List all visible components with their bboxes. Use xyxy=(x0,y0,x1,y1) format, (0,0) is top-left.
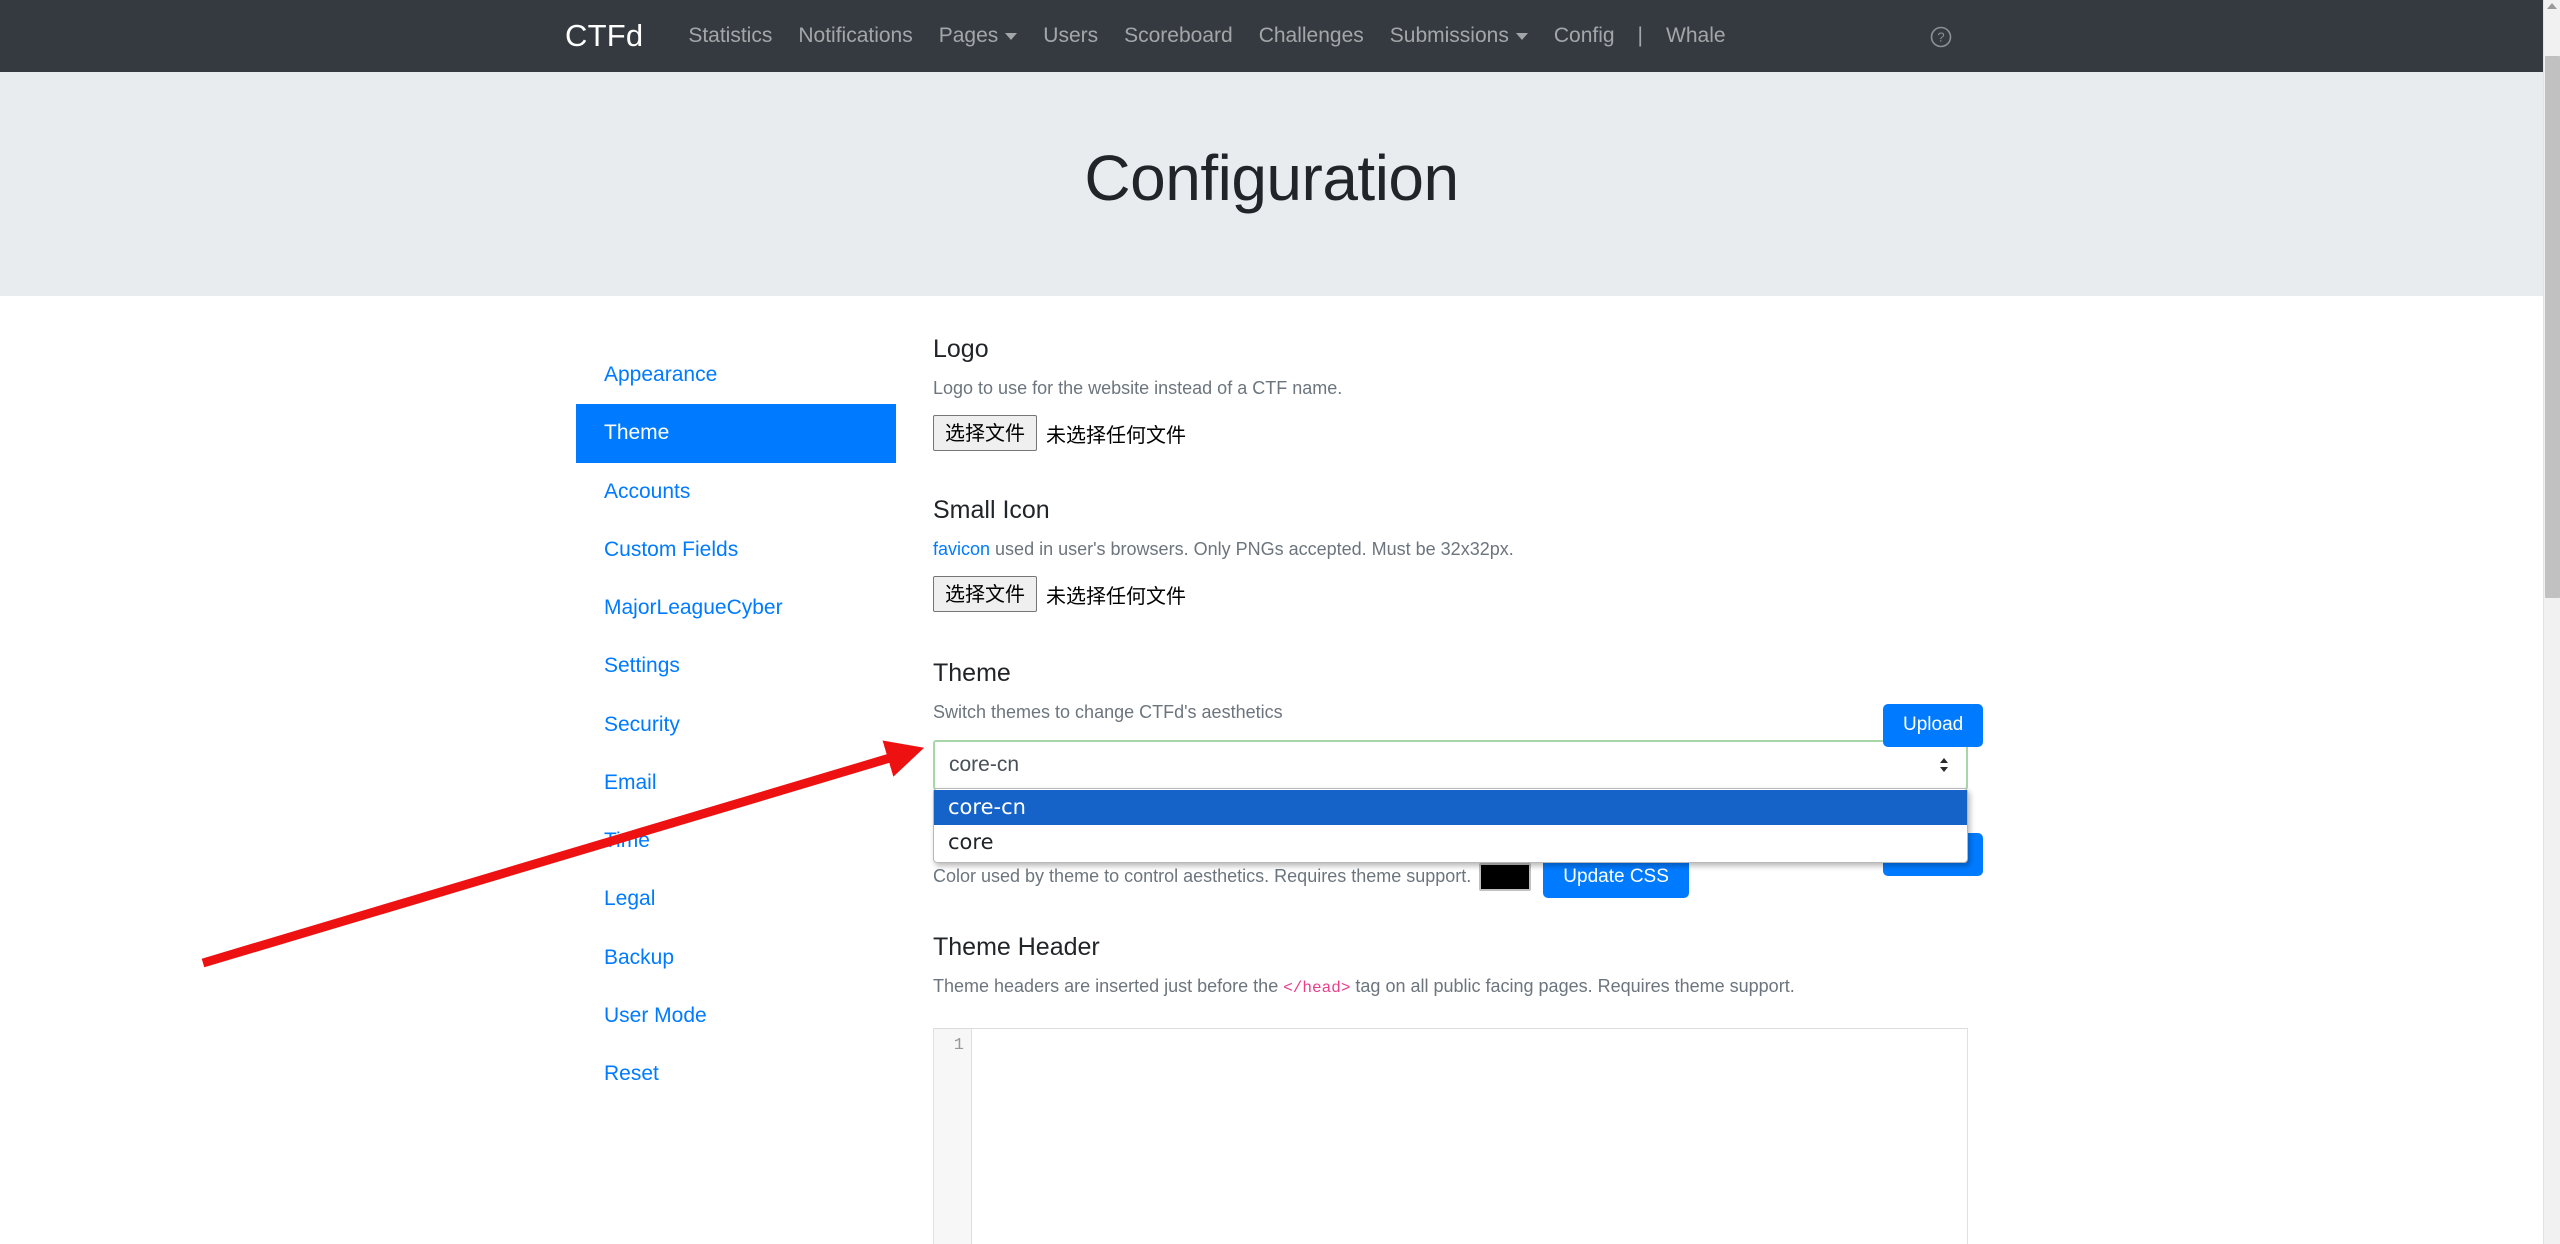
favicon-link[interactable]: favicon xyxy=(933,539,990,559)
theme-select-dropdown[interactable]: core-cn core xyxy=(933,787,1968,864)
editor-line-number: 1 xyxy=(953,1035,964,1055)
nav-item-pages-label: Pages xyxy=(938,24,999,47)
theme-label: Theme xyxy=(933,659,1011,688)
logo-file-input[interactable]: 选择文件 未选择任何文件 xyxy=(933,415,1186,452)
small-icon-field-group: Small Icon favicon used in user's browse… xyxy=(933,495,1968,613)
sidebar-item-custom-fields[interactable]: Custom Fields xyxy=(576,521,896,579)
sidebar-item-theme[interactable]: Theme xyxy=(576,404,896,463)
help-before: Theme headers are inserted just before t… xyxy=(933,976,1284,997)
small-icon-label: Small Icon xyxy=(933,496,1050,525)
sidebar-item-user-mode[interactable]: User Mode xyxy=(576,987,896,1045)
logo-file-status: 未选择任何文件 xyxy=(1046,422,1186,447)
nav-item-config-label: Config xyxy=(1553,24,1615,47)
config-form: Logo Logo to use for the website instead… xyxy=(933,334,1968,1244)
nav-item-scoreboard[interactable]: Scoreboard xyxy=(1111,24,1246,48)
brand-logo[interactable]: CTFd xyxy=(565,18,643,54)
sidebar-item-time[interactable]: Time xyxy=(576,812,896,870)
nav-item-whale-label: Whale xyxy=(1666,24,1726,47)
nav-item-users[interactable]: Users xyxy=(1030,24,1111,48)
nav-item-notifications-label: Notifications xyxy=(798,24,913,47)
sidebar-item-majorleaguecyber[interactable]: MajorLeagueCyber xyxy=(576,579,896,637)
scroll-up-arrow-icon[interactable] xyxy=(2547,3,2557,9)
theme-option-core[interactable]: core xyxy=(934,825,1967,860)
theme-select-value: core-cn xyxy=(949,752,1020,776)
nav-separator: | xyxy=(1637,24,1644,47)
theme-color-help-text: Color used by theme to control aesthetic… xyxy=(933,866,1472,887)
question-circle-icon[interactable]: ? xyxy=(1930,26,1952,48)
svg-text:?: ? xyxy=(1937,30,1944,45)
logo-choose-file-button[interactable]: 选择文件 xyxy=(933,415,1037,452)
head-tag-code: </head> xyxy=(1283,979,1351,998)
nav-item-notifications[interactable]: Notifications xyxy=(785,24,925,48)
sidebar-item-accounts[interactable]: Accounts xyxy=(576,463,896,521)
navbar-items: CTFd Statistics Notifications Pages User… xyxy=(565,0,1739,72)
nav-item-config[interactable]: Config xyxy=(1541,24,1628,48)
help-after: tag on all public facing pages. Requires… xyxy=(1350,976,1795,997)
small-icon-help-rest: used in user's browsers. Only PNGs accep… xyxy=(990,539,1514,560)
theme-field-group: Theme Switch themes to change CTFd's aes… xyxy=(933,658,1968,864)
nav-item-scoreboard-label: Scoreboard xyxy=(1124,24,1233,47)
small-icon-file-input[interactable]: 选择文件 未选择任何文件 xyxy=(933,576,1186,613)
theme-header-group: Theme Header Theme headers are inserted … xyxy=(933,932,1968,1244)
theme-option-core-cn[interactable]: core-cn xyxy=(934,789,1967,825)
sidebar-item-reset[interactable]: Reset xyxy=(576,1045,896,1103)
theme-select[interactable]: core-cn xyxy=(933,739,1968,790)
top-navbar: CTFd Statistics Notifications Pages User… xyxy=(0,0,2543,72)
sidebar-item-legal[interactable]: Legal xyxy=(576,870,896,928)
scrollbar-thumb[interactable] xyxy=(2545,56,2560,598)
sidebar-item-email[interactable]: Email xyxy=(576,754,896,812)
nav-item-statistics-label: Statistics xyxy=(688,24,773,47)
theme-select-wrapper: core-cn core-cn core xyxy=(933,739,1968,864)
theme-color-swatch[interactable] xyxy=(1479,862,1532,891)
page-scrollbar[interactable] xyxy=(2543,0,2560,1244)
theme-help-text: Switch themes to change CTFd's aesthetic… xyxy=(933,702,1283,723)
logo-label: Logo xyxy=(933,335,989,363)
select-updown-arrow-icon xyxy=(1938,755,1950,775)
logo-help-text: Logo to use for the website instead of a… xyxy=(933,378,1343,398)
sidebar-item-appearance[interactable]: Appearance xyxy=(576,346,896,404)
page-header-banner: Configuration xyxy=(0,72,2543,296)
nav-item-submissions[interactable]: Submissions xyxy=(1377,24,1541,48)
theme-header-help-text: Theme headers are inserted just before t… xyxy=(933,974,1968,999)
theme-header-label: Theme Header xyxy=(933,933,1100,962)
page-title: Configuration xyxy=(1084,142,1459,214)
sidebar-item-security[interactable]: Security xyxy=(576,696,896,754)
nav-item-submissions-label: Submissions xyxy=(1389,24,1509,47)
nav-item-whale[interactable]: Whale xyxy=(1653,24,1739,48)
nav-item-users-label: Users xyxy=(1043,24,1099,47)
logo-field-group: Logo Logo to use for the website instead… xyxy=(933,334,1968,452)
nav-item-statistics[interactable]: Statistics xyxy=(675,24,785,48)
nav-item-pages[interactable]: Pages xyxy=(926,24,1031,48)
logo-upload-button[interactable]: Upload xyxy=(1883,704,1984,747)
editor-line-gutter: 1 xyxy=(934,1028,972,1244)
page-root: CTFd Statistics Notifications Pages User… xyxy=(0,0,2560,1244)
small-icon-choose-file-button[interactable]: 选择文件 xyxy=(933,576,1037,613)
small-icon-file-status: 未选择任何文件 xyxy=(1046,583,1186,608)
editor-text-area[interactable] xyxy=(972,1028,1967,1244)
chevron-down-icon xyxy=(1515,32,1528,40)
sidebar-item-backup[interactable]: Backup xyxy=(576,929,896,987)
theme-header-code-editor[interactable]: 1 xyxy=(933,1027,1968,1244)
small-icon-help-text: favicon used in user's browsers. Only PN… xyxy=(933,537,1968,562)
config-sidebar: Appearance Theme Accounts Custom Fields … xyxy=(576,346,896,1103)
sidebar-item-settings[interactable]: Settings xyxy=(576,637,896,695)
nav-item-challenges-label: Challenges xyxy=(1258,24,1364,47)
chevron-down-icon xyxy=(1005,32,1018,40)
nav-item-challenges[interactable]: Challenges xyxy=(1246,24,1377,48)
